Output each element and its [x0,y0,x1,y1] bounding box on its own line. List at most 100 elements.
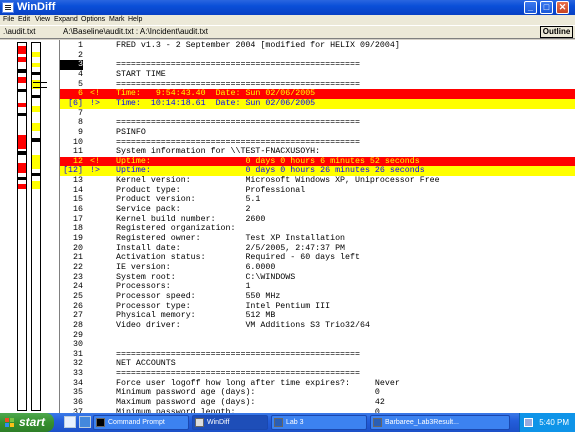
outline-diff-segment [32,155,40,169]
right-file-outline[interactable] [31,42,41,411]
line-text: Uptime: 0 days 0 hours 6 minutes 52 seco… [116,156,420,166]
line-number: 8 [78,118,83,128]
menu-mark[interactable]: Mark [109,15,125,25]
diff-row[interactable]: 8 =======================================… [60,118,575,128]
line-text: Service pack: 2 [116,205,251,215]
left-file-outline[interactable] [17,42,27,411]
line-number: 16 [73,205,83,215]
line-text: ========================================… [116,118,360,128]
diff-row[interactable]: 31 ======================================… [60,350,575,360]
diff-outline-bar[interactable] [0,40,60,413]
diff-row[interactable]: 17 Kernel build number: 2600 [60,215,575,225]
taskbar-item-windiff[interactable]: WinDiff [192,415,268,430]
line-number: 34 [73,378,83,388]
menu-options[interactable]: Options [81,15,105,25]
compared-files-label: A:\Baseline\audit.txt : A:\Incident\audi… [63,27,208,36]
show-desktop-icon[interactable] [64,416,76,428]
diff-row[interactable]: 20 Install date: 2/5/2005, 2:47:37 PM [60,244,575,254]
line-number: 30 [73,340,83,350]
diff-row-left-only[interactable]: 6 <! Time: 9:54:43.40 Date: Sun 02/06/2005 [60,89,575,99]
clock[interactable]: 5:40 PM [539,418,569,427]
diff-marker: !> [90,166,100,176]
line-text: Processors: 1 [116,282,251,292]
outline-diff-segment [18,184,26,189]
line-text: PSINFO [116,127,146,137]
line-number: 22 [73,262,83,272]
diff-row[interactable]: 30 [60,340,575,350]
network-icon[interactable] [524,418,533,427]
diff-row-right-only[interactable]: [12] !> Uptime: 0 days 0 hours 26 minutes … [60,166,575,177]
maximize-button[interactable]: □ [540,1,553,14]
diff-row[interactable]: 24 Processors: 1 [60,282,575,292]
diff-row[interactable]: 10 ======================================… [60,138,575,148]
title-bar[interactable]: WinDiff _ □ ✕ [0,0,575,15]
line-number: 9 [78,127,83,137]
taskbar-item-barbaree-lab3result[interactable]: Barbaree_Lab3Result... [370,415,510,430]
diff-row[interactable]: 29 [60,331,575,341]
diff-row[interactable]: 4 START TIME [60,70,575,80]
line-text: Product type: Professional [116,185,306,195]
menu-expand[interactable]: Expand [54,15,78,25]
close-button[interactable]: ✕ [556,1,569,14]
diff-row[interactable]: 2 [60,51,575,61]
line-text: ========================================… [116,60,360,70]
menu-help[interactable]: Help [128,15,142,25]
outline-moved-segment [18,69,26,73]
diff-marker: <! [90,156,100,166]
diff-row[interactable]: 25 Processor speed: 550 MHz [60,292,575,302]
menu-edit[interactable]: Edit [18,15,30,25]
line-text: Install date: 2/5/2005, 2:47:37 PM [116,243,346,253]
diff-row[interactable]: 16 Service pack: 2 [60,205,575,215]
outline-button[interactable]: Outline [540,26,573,38]
line-number: 13 [73,176,83,186]
line-number: 18 [73,224,83,234]
taskbar-item-command-prompt[interactable]: Command Prompt [93,415,189,430]
diff-row-right-only[interactable]: [6] !> Time: 10:14:18.61 Date: Sun 02/06/2… [60,98,575,109]
diff-row[interactable]: 36 Maximum password age (days): 42 [60,398,575,408]
menu-bar: File Edit View Expand Options Mark Help [0,15,575,25]
diff-row-left-only[interactable]: 12 <! Uptime: 0 days 0 hours 6 minutes 52 … [60,156,575,167]
outline-moved-segment [32,95,40,98]
diff-row[interactable]: 27 Physical memory: 512 MB [60,311,575,321]
taskbar-item-lab3[interactable]: Lab 3 [271,415,367,430]
diff-row[interactable]: 19 Registered owner: Test XP Installation [60,234,575,244]
diff-row[interactable]: 34 Force user logoff how long after time … [60,379,575,389]
line-text: Video driver: VM Additions S3 Trio32/64 [116,320,370,330]
command-prompt-icon [96,418,105,427]
diff-row[interactable]: 21 Activation status: Required - 60 days … [60,253,575,263]
current-file-label: .\audit.txt [3,27,36,36]
outline-diff-segment [18,163,26,173]
diff-row[interactable]: 13 Kernel version: Microsoft Windows XP, … [60,176,575,186]
windows-logo-icon [5,418,15,427]
diff-row[interactable]: 26 Processor type: Intel Pentium III [60,302,575,312]
diff-row[interactable]: 22 IE version: 6.0000 [60,263,575,273]
line-number: 31 [73,349,83,359]
line-text: Force user logoff how long after time ex… [116,378,400,388]
diff-row[interactable]: 35 Minimum password age (days): 0 [60,388,575,398]
diff-row[interactable]: 33 ======================================… [60,369,575,379]
diff-row[interactable]: 7 [60,109,575,119]
diff-row[interactable]: 3 =======================================… [60,60,575,70]
minimize-button[interactable]: _ [524,1,537,14]
line-number: 1 [78,41,83,50]
outline-moved-segment [18,177,26,180]
diff-view[interactable]: 1 FRED v1.3 - 2 September 2004 [modified … [60,40,575,413]
diff-row[interactable]: 5 =======================================… [60,80,575,90]
diff-row[interactable]: 32 NET ACCOUNTS [60,359,575,369]
diff-row[interactable]: 28 Video driver: VM Additions S3 Trio32/6… [60,321,575,331]
menu-view[interactable]: View [35,15,50,25]
diff-row[interactable]: 9 PSINFO [60,128,575,138]
windiff-app-icon[interactable] [2,2,14,13]
menu-file[interactable]: File [3,15,14,25]
diff-row[interactable]: 23 System root: C:\WINDOWS [60,273,575,283]
diff-row[interactable]: 1 FRED v1.3 - 2 September 2004 [modified … [60,41,575,51]
diff-row[interactable]: 15 Product version: 5.1 [60,195,575,205]
internet-explorer-icon[interactable] [79,416,91,428]
line-number: 35 [73,388,83,398]
diff-row[interactable]: 18 Registered organization: [60,224,575,234]
diff-row[interactable]: 14 Product type: Professional [60,186,575,196]
start-button[interactable]: start [0,413,54,432]
diff-row[interactable]: 11 System information for \\TEST-FNACXUSO… [60,147,575,157]
window-title: WinDiff [17,1,56,13]
diff-marker: <! [90,89,100,99]
